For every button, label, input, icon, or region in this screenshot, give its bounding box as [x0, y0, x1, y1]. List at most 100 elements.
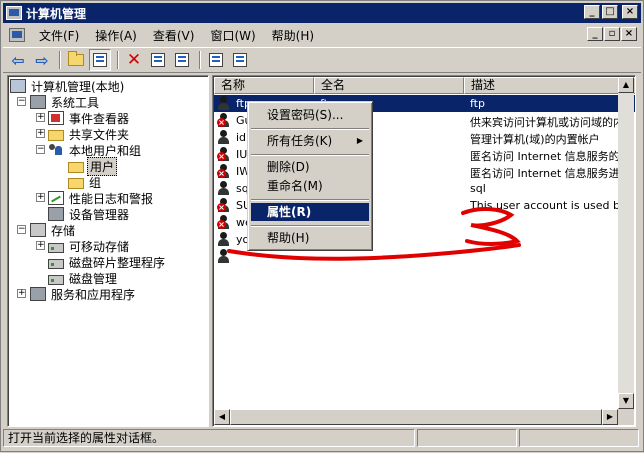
folder-icon	[68, 161, 84, 173]
disk-management-icon	[48, 274, 64, 285]
tree-item-defrag[interactable]: 磁盘碎片整理程序	[48, 254, 167, 270]
mdi-minimize-button[interactable]: _	[587, 27, 603, 41]
user-icon	[217, 232, 233, 247]
computer-management-icon	[6, 6, 22, 20]
mdi-close-button[interactable]: ×	[621, 27, 637, 41]
menu-item-set-password[interactable]: 设置密码(S)...	[251, 106, 369, 124]
vertical-scrollbar[interactable]: ▲ ▼	[618, 77, 634, 409]
horizontal-scrollbar[interactable]: ◀ ▶	[214, 409, 618, 425]
toolbar-separator	[199, 51, 201, 69]
expand-toggle[interactable]: +	[36, 241, 45, 250]
defrag-icon	[48, 258, 64, 269]
tree-item-services[interactable]: 服务和应用程序	[30, 286, 137, 302]
menu-separator	[251, 128, 369, 130]
description-cell: sql	[470, 182, 486, 195]
menu-view[interactable]: 查看(V)	[145, 25, 203, 46]
scroll-left-button[interactable]: ◀	[214, 409, 230, 425]
menu-item-delete[interactable]: 删除(D)	[251, 158, 369, 176]
app-window: 计算机管理 _ □ × 文件(F) 操作(A) 查看(V) 窗口(W) 帮助(H…	[0, 0, 644, 452]
menu-item-properties[interactable]: 属性(R)	[251, 203, 369, 221]
menu-separator	[251, 199, 369, 201]
description-cell: 供来宾访问计算机或访问域的内	[470, 116, 624, 129]
scroll-down-button[interactable]: ▼	[618, 393, 634, 409]
menu-item-help[interactable]: 帮助(H)	[251, 229, 369, 247]
menu-file[interactable]: 文件(F)	[31, 25, 87, 46]
help-icon[interactable]	[205, 49, 227, 71]
removable-storage-icon	[48, 242, 64, 253]
disabled-user-icon: ×	[217, 164, 233, 179]
folder-icon	[68, 177, 84, 189]
user-icon	[217, 130, 233, 145]
status-text: 打开当前选择的属性对话框。	[3, 429, 415, 447]
tree-item-storage[interactable]: 存储	[30, 222, 77, 238]
disabled-user-icon: ×	[217, 113, 233, 128]
mdi-child-icon[interactable]	[9, 28, 25, 42]
disabled-user-icon: ×	[217, 198, 233, 213]
collapse-toggle[interactable]: −	[17, 225, 26, 234]
menu-item-rename[interactable]: 重命名(M)	[251, 177, 369, 195]
console-icon[interactable]	[229, 49, 251, 71]
toolbar-separator	[59, 51, 61, 69]
status-pane	[417, 429, 517, 447]
collapse-toggle[interactable]: −	[17, 97, 26, 106]
close-button[interactable]: ×	[622, 5, 638, 19]
description-cell: 匿名访问 Internet 信息服务的	[470, 150, 620, 163]
menu-action[interactable]: 操作(A)	[87, 25, 145, 46]
user-icon	[217, 96, 233, 111]
column-header-name[interactable]: 名称	[214, 77, 314, 94]
column-header-description[interactable]: 描述	[464, 77, 635, 94]
expand-toggle[interactable]: +	[17, 289, 26, 298]
show-tree-icon[interactable]	[89, 49, 111, 71]
submenu-arrow-icon: ▶	[356, 136, 363, 145]
tree-item-system-tools[interactable]: 系统工具	[30, 94, 101, 110]
properties-icon[interactable]	[147, 49, 169, 71]
toolbar: ⇦ ⇨ ✕	[3, 47, 641, 73]
performance-icon	[48, 191, 64, 205]
collapse-toggle[interactable]: −	[36, 145, 45, 154]
tree-item-device-manager[interactable]: 设备管理器	[48, 206, 131, 222]
tools-icon	[30, 95, 46, 109]
window-title: 计算机管理	[26, 6, 87, 21]
export-icon[interactable]	[171, 49, 193, 71]
tree-item-removable[interactable]: 可移动存储	[48, 238, 131, 254]
disabled-user-icon: ×	[217, 215, 233, 230]
toolbar-separator	[117, 51, 119, 69]
menu-bar: 文件(F) 操作(A) 查看(V) 窗口(W) 帮助(H) _ ▫ ×	[3, 24, 641, 46]
tree-item-disk-mgmt[interactable]: 磁盘管理	[48, 270, 119, 286]
services-icon	[30, 287, 46, 301]
column-header-fullname[interactable]: 全名	[314, 77, 464, 94]
scroll-thumb[interactable]	[230, 409, 602, 425]
tree-item-perf-logs[interactable]: 性能日志和警报	[48, 190, 155, 206]
disabled-user-icon: ×	[217, 147, 233, 162]
tree-item-event-viewer[interactable]: 事件查看器	[48, 110, 131, 126]
tree-item-groups[interactable]: 组	[68, 174, 103, 190]
user-icon	[217, 181, 233, 196]
back-icon[interactable]: ⇦	[7, 49, 29, 71]
expand-toggle[interactable]: +	[36, 129, 45, 138]
menu-window[interactable]: 窗口(W)	[202, 25, 263, 46]
tree-item-root[interactable]: 计算机管理(本地)	[10, 78, 126, 94]
tree-item-users[interactable]: 用户	[68, 156, 118, 176]
description-cell: ftp	[470, 97, 485, 110]
forward-icon[interactable]: ⇨	[31, 49, 53, 71]
context-menu: 设置密码(S)... 所有任务(K) ▶ 删除(D) 重命名(M) 属性(R) 帮…	[247, 101, 373, 251]
menu-separator	[251, 154, 369, 156]
storage-icon	[30, 223, 46, 237]
device-manager-icon	[48, 207, 64, 221]
title-bar[interactable]: 计算机管理 _ □ ×	[3, 3, 641, 23]
scroll-up-button[interactable]: ▲	[618, 77, 634, 93]
expand-toggle[interactable]: +	[36, 193, 45, 202]
mdi-restore-button[interactable]: ▫	[604, 27, 620, 41]
scroll-right-button[interactable]: ▶	[602, 409, 618, 425]
delete-icon[interactable]: ✕	[123, 49, 145, 71]
tree-item-shared-folders[interactable]: 共享文件夹	[48, 126, 131, 142]
menu-help[interactable]: 帮助(H)	[264, 25, 322, 46]
maximize-button[interactable]: □	[602, 5, 618, 19]
minimize-button[interactable]: _	[584, 5, 600, 19]
up-folder-icon[interactable]	[65, 49, 87, 71]
menu-item-all-tasks[interactable]: 所有任务(K) ▶	[251, 132, 369, 150]
event-viewer-icon	[48, 111, 64, 125]
console-tree[interactable]: 计算机管理(本地) − 系统工具 + 事件查看器 + 共享文件夹 − 本地用户和…	[7, 75, 209, 427]
expand-toggle[interactable]: +	[36, 113, 45, 122]
users-group-icon	[48, 143, 64, 157]
